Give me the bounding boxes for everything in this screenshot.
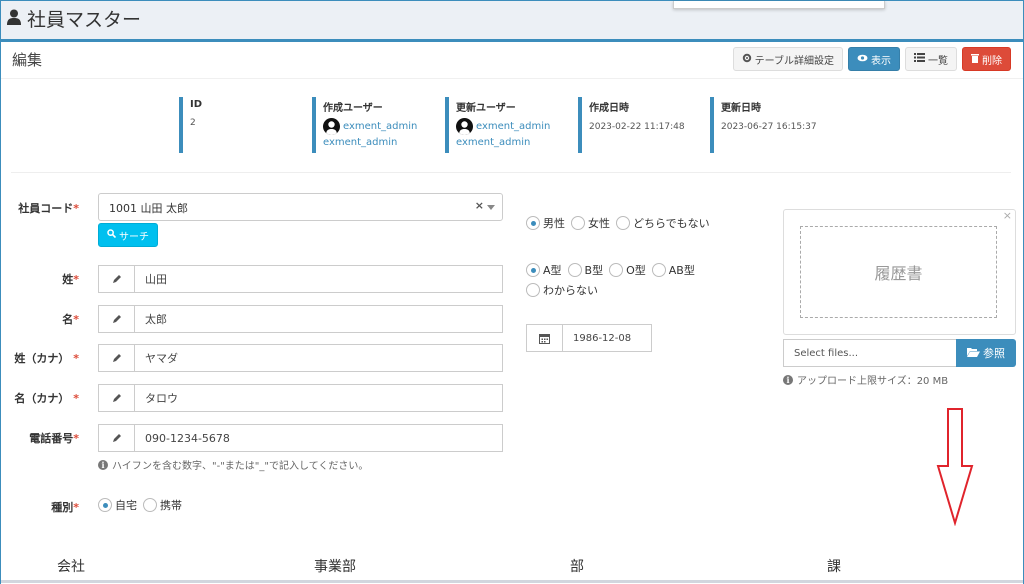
- pencil-icon: [99, 385, 135, 411]
- table-settings-button[interactable]: テーブル詳細設定: [732, 47, 843, 71]
- type-label: 種別*: [51, 501, 79, 514]
- updated-user-link[interactable]: exment_admin: [456, 118, 565, 135]
- column-company: 会社: [57, 559, 85, 575]
- box-header-divider: [1, 78, 1023, 79]
- column-division: 事業部: [314, 559, 356, 575]
- meta-updated-user: 更新ユーザー exment_admin exment_admin: [445, 97, 565, 153]
- view-button[interactable]: 表示: [848, 47, 900, 71]
- resume-dropzone[interactable]: 履歴書: [800, 226, 997, 318]
- gender-radio-female[interactable]: 女性: [571, 215, 610, 231]
- pencil-icon: [99, 425, 135, 451]
- chevron-down-icon: [487, 205, 495, 210]
- meta-divider: [11, 172, 1011, 173]
- last-name-input[interactable]: 山田: [98, 265, 503, 293]
- meta-id: ID 2: [179, 97, 299, 153]
- phone-label: 電話番号*: [29, 432, 79, 445]
- blood-radio-group: A型 B型 O型 AB型 わからない: [526, 262, 726, 298]
- bottom-divider: [1, 580, 1023, 583]
- gender-radio-group: 男性 女性 どちらでもない: [526, 215, 756, 231]
- edit-box: 編集 テーブル詳細設定 表示 一覧 削除 ID 2 作成ユーザー exment_…: [1, 39, 1023, 584]
- blood-radio-unknown[interactable]: わからない: [526, 282, 598, 298]
- meta-updated-at: 更新日時 2023-06-27 16:15:37: [710, 97, 830, 153]
- browse-button[interactable]: 参照: [956, 339, 1016, 367]
- eye-icon: [857, 54, 868, 65]
- search-icon: [107, 229, 117, 241]
- phone-input[interactable]: 090-1234-5678: [98, 424, 503, 452]
- first-name-kana-input[interactable]: タロウ: [98, 384, 503, 412]
- type-radio-home[interactable]: 自宅: [98, 497, 137, 513]
- list-icon: [914, 53, 925, 65]
- box-tools: テーブル詳細設定 表示 一覧 削除: [732, 47, 1011, 71]
- column-section: 課: [827, 559, 841, 575]
- created-user-sub[interactable]: exment_admin: [323, 137, 432, 148]
- close-icon[interactable]: ×: [1003, 209, 1012, 222]
- last-name-label: 姓*: [62, 273, 79, 286]
- search-button[interactable]: サーチ: [98, 223, 158, 247]
- blood-radio-a[interactable]: A型: [526, 262, 562, 278]
- dropdown-popup-edge: [673, 1, 885, 9]
- blood-radio-b[interactable]: B型: [567, 262, 603, 278]
- gender-radio-other[interactable]: どちらでもない: [616, 215, 710, 231]
- type-radio-mobile[interactable]: 携帯: [143, 497, 182, 513]
- employee-code-select[interactable]: 1001 山田 太郎 ×: [98, 193, 503, 221]
- file-select-input[interactable]: Select files...: [783, 339, 957, 367]
- calendar-icon: [527, 325, 563, 351]
- resume-preview: × 履歴書: [783, 209, 1016, 335]
- first-name-input[interactable]: 太郎: [98, 305, 503, 333]
- info-icon: i: [783, 374, 793, 385]
- pencil-icon: [99, 306, 135, 332]
- type-radio-group: 自宅 携帯: [98, 497, 184, 513]
- gear-icon: [742, 53, 752, 66]
- annotation-down-arrow-icon: [936, 408, 974, 526]
- first-name-kana-label: 名（カナ） *: [14, 392, 79, 405]
- page-header: 社員マスター: [1, 1, 1023, 39]
- birthday-input[interactable]: 1986-12-08: [526, 324, 652, 352]
- list-button[interactable]: 一覧: [905, 47, 957, 71]
- trash-icon: [971, 53, 979, 66]
- last-name-kana-input[interactable]: ヤマダ: [98, 344, 503, 372]
- page-title: 社員マスター: [7, 5, 141, 32]
- blood-radio-o[interactable]: O型: [609, 262, 646, 278]
- last-name-kana-label: 姓（カナ） *: [14, 352, 79, 365]
- user-icon: [7, 8, 21, 30]
- box-title: 編集: [12, 51, 43, 69]
- folder-open-icon: [967, 347, 980, 360]
- meta-created-at: 作成日時 2023-02-22 11:17:48: [578, 97, 698, 153]
- first-name-label: 名*: [62, 313, 79, 326]
- avatar: [456, 118, 473, 135]
- clear-icon[interactable]: ×: [475, 199, 484, 212]
- pencil-icon: [99, 266, 135, 292]
- employee-code-label: 社員コード*: [18, 202, 79, 215]
- created-user-link[interactable]: exment_admin: [323, 118, 432, 135]
- phone-help: i ハイフンを含む数字、"-"または"_"で記入してください。: [98, 457, 368, 472]
- upload-limit-help: i アップロード上限サイズ：20 MB: [783, 372, 948, 387]
- info-icon: i: [98, 459, 108, 470]
- pencil-icon: [99, 345, 135, 371]
- gender-radio-male[interactable]: 男性: [526, 215, 565, 231]
- delete-button[interactable]: 削除: [962, 47, 1011, 71]
- meta-created-user: 作成ユーザー exment_admin exment_admin: [312, 97, 432, 153]
- avatar: [323, 118, 340, 135]
- updated-user-sub[interactable]: exment_admin: [456, 137, 565, 148]
- page-title-text: 社員マスター: [27, 9, 142, 31]
- column-department: 部: [570, 559, 584, 575]
- blood-radio-ab[interactable]: AB型: [651, 262, 695, 278]
